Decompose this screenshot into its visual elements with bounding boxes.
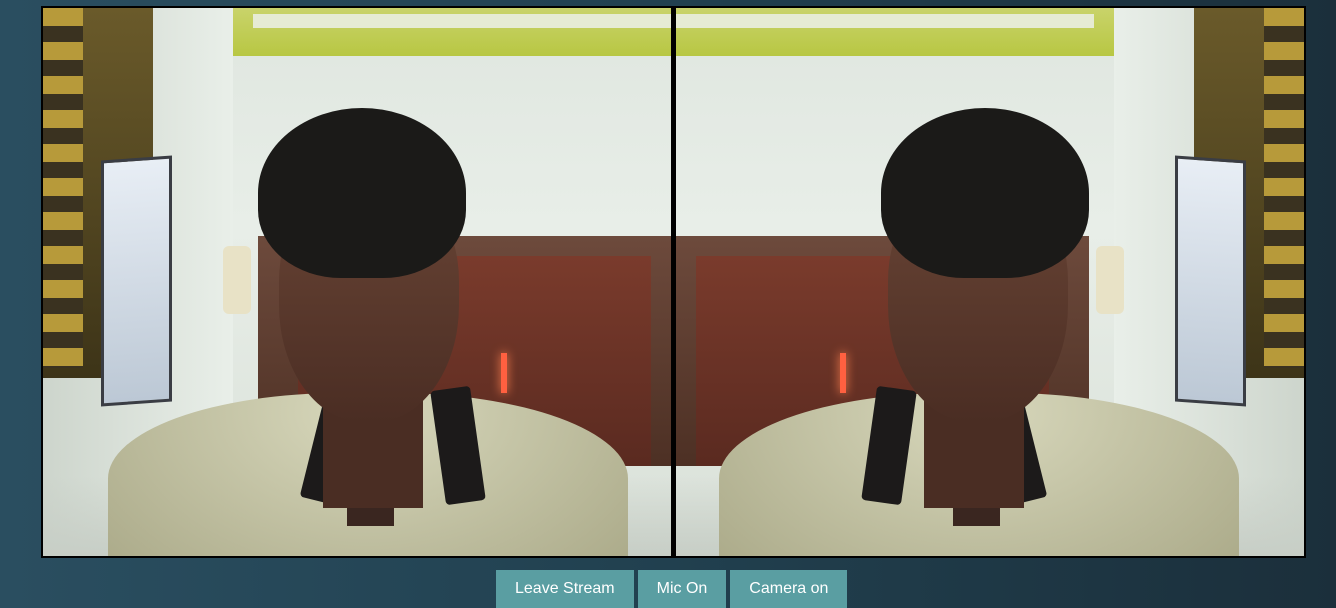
mic-toggle-button[interactable]: Mic On (637, 570, 727, 608)
leave-stream-button[interactable]: Leave Stream (496, 570, 634, 608)
camera-feed-image (43, 8, 671, 556)
camera-toggle-button[interactable]: Camera on (730, 570, 848, 608)
video-stream-container (41, 6, 1306, 558)
local-video-stream (43, 8, 671, 556)
stream-controls: Leave Stream Mic On Camera on (496, 570, 848, 608)
remote-video-stream (676, 8, 1304, 556)
camera-feed-image (676, 8, 1304, 556)
